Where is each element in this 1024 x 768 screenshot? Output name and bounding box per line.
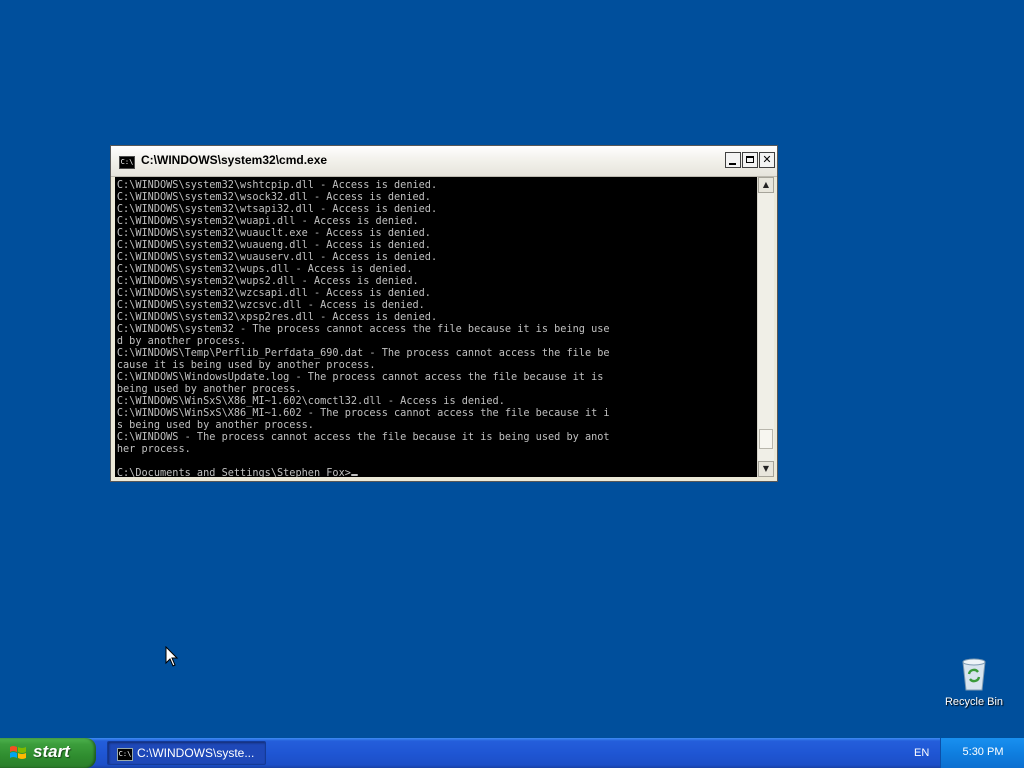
- system-tray: 5:30 PM: [940, 738, 1024, 768]
- scroll-down-button[interactable]: ▼: [758, 461, 774, 477]
- recycle-bin[interactable]: Recycle Bin: [940, 656, 1008, 708]
- recycle-bin-label: Recycle Bin: [944, 696, 1004, 708]
- console-text: C:\WINDOWS\system32\wshtcpip.dll - Acces…: [115, 177, 712, 478]
- console-output[interactable]: C:\WINDOWS\system32\wshtcpip.dll - Acces…: [115, 177, 757, 477]
- taskbar: start C:\ C:\WINDOWS\syste... EN 5:30 PM: [0, 738, 1024, 768]
- clock[interactable]: 5:30 PM: [941, 746, 1024, 758]
- mouse-pointer-icon: [165, 646, 179, 667]
- cmd-window[interactable]: C:\ C:\WINDOWS\system32\cmd.exe ✕ C:\WIN…: [110, 145, 778, 482]
- maximize-icon: [746, 156, 754, 163]
- minimize-icon: [729, 163, 736, 165]
- window-titlebar[interactable]: C:\ C:\WINDOWS\system32\cmd.exe ✕: [111, 146, 777, 177]
- cmd-icon: C:\: [117, 748, 133, 761]
- maximize-button[interactable]: [742, 152, 758, 168]
- window-title: C:\WINDOWS\system32\cmd.exe: [141, 153, 328, 167]
- scroll-up-button[interactable]: ▲: [758, 177, 774, 193]
- scroll-thumb[interactable]: [759, 429, 773, 449]
- taskbar-item-label: C:\WINDOWS\syste...: [137, 746, 255, 760]
- console-line: her process.: [116, 442, 191, 455]
- console-line: C:\Documents and Settings\Stephen Fox>: [116, 466, 351, 478]
- text-cursor: [350, 474, 358, 476]
- recycle-bin-icon: [962, 658, 986, 691]
- start-button[interactable]: start: [0, 738, 96, 768]
- start-label: start: [33, 742, 70, 761]
- close-button[interactable]: ✕: [759, 152, 775, 168]
- windows-flag-icon: [10, 746, 26, 759]
- cmd-icon[interactable]: C:\: [119, 156, 135, 169]
- taskbar-item-cmd[interactable]: C:\ C:\WINDOWS\syste...: [107, 741, 266, 765]
- arrow-down-icon: ▼: [762, 464, 770, 473]
- arrow-up-icon: ▲: [762, 180, 770, 189]
- close-icon: ✕: [762, 153, 772, 166]
- minimize-button[interactable]: [725, 152, 741, 168]
- vertical-scrollbar[interactable]: ▲ ▼: [757, 177, 774, 477]
- language-indicator[interactable]: EN: [914, 747, 929, 759]
